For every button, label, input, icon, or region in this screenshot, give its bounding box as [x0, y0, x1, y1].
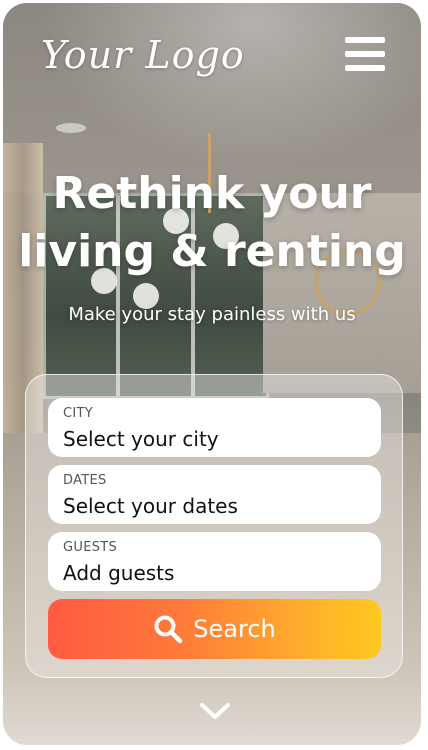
- search-button-label: Search: [193, 615, 276, 643]
- menu-line: [345, 65, 385, 71]
- guests-value[interactable]: Add guests: [63, 561, 174, 585]
- city-field[interactable]: CITY Select your city: [48, 398, 381, 457]
- city-value[interactable]: Select your city: [63, 427, 219, 451]
- search-button-content: Search: [48, 599, 381, 659]
- phone-frame: Your Logo Rethink your living & renting …: [3, 3, 421, 745]
- guests-label: GUESTS: [63, 540, 118, 555]
- guests-field[interactable]: GUESTS Add guests: [48, 532, 381, 591]
- hero-title: Rethink your living & renting: [3, 165, 421, 281]
- ceiling-light: [56, 123, 86, 133]
- dates-field[interactable]: DATES Select your dates: [48, 465, 381, 524]
- hamburger-icon[interactable]: [345, 35, 387, 73]
- hero-title-line-1: Rethink your: [52, 168, 372, 219]
- search-icon: [154, 615, 183, 644]
- dates-value[interactable]: Select your dates: [63, 494, 238, 518]
- menu-line: [345, 37, 385, 43]
- hero-title-line-2: living & renting: [18, 226, 406, 277]
- dates-label: DATES: [63, 473, 107, 488]
- city-label: CITY: [63, 406, 93, 421]
- hero-subtitle: Make your stay painless with us: [68, 304, 356, 325]
- menu-line: [345, 51, 385, 57]
- chevron-down-icon[interactable]: [198, 699, 232, 723]
- top-header: Your Logo: [3, 3, 421, 113]
- search-card: CITY Select your city DATES Select your …: [25, 374, 403, 678]
- search-button[interactable]: Search: [48, 599, 381, 659]
- logo[interactable]: Your Logo: [41, 33, 245, 77]
